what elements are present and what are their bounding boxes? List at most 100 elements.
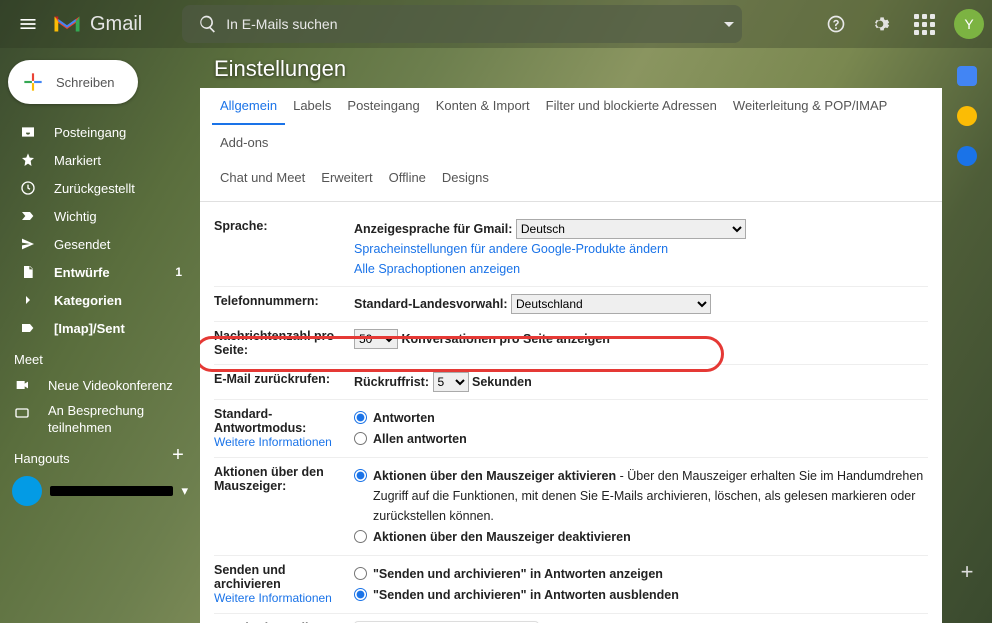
hangouts-add-button[interactable]: +	[166, 443, 190, 467]
nav-drafts[interactable]: Entwürfe1	[0, 258, 200, 286]
hangouts-section-label: Hangouts	[0, 441, 70, 470]
language-label: Sprache:	[214, 219, 354, 279]
reply-radio-replyall[interactable]	[354, 432, 367, 445]
language-select[interactable]: Deutsch	[516, 219, 746, 239]
side-panel: +	[942, 48, 992, 623]
main-menu-button[interactable]	[8, 4, 48, 44]
tab-filters[interactable]: Filter und blockierte Adressen	[538, 88, 725, 125]
account-avatar[interactable]: Y	[954, 9, 984, 39]
row-text-style: Standardtextstil: (Über die Schaltfläche…	[214, 614, 928, 623]
nav-starred[interactable]: Markiert	[0, 146, 200, 174]
hover-radio-enable[interactable]	[354, 469, 367, 482]
language-all-options-link[interactable]: Alle Sprachoptionen anzeigen	[354, 262, 520, 276]
presence-avatar	[12, 476, 42, 506]
hamburger-icon	[18, 14, 38, 34]
drafts-count: 1	[175, 265, 182, 279]
settings-panel: Allgemein Labels Posteingang Konten & Im…	[200, 88, 942, 623]
settings-tabs-row1: Allgemein Labels Posteingang Konten & Im…	[200, 88, 942, 160]
undo-prefix: Rückruffrist:	[354, 375, 429, 389]
sidebar: Schreiben Posteingang Markiert Zurückges…	[0, 48, 200, 623]
nav-snoozed[interactable]: Zurückgestellt	[0, 174, 200, 202]
sendarch-radio-show[interactable]	[354, 567, 367, 580]
tab-forwarding[interactable]: Weiterleitung & POP/IMAP	[725, 88, 895, 125]
settings-button[interactable]	[860, 4, 900, 44]
app-header: Gmail In E-Mails suchen Y	[0, 0, 992, 48]
meet-section-label: Meet	[0, 342, 200, 371]
send-archive-label: Senden und archivieren	[214, 563, 286, 591]
tasks-addon[interactable]	[957, 146, 977, 166]
get-addons-button[interactable]: +	[956, 561, 978, 583]
apps-button[interactable]	[904, 4, 944, 44]
row-page-size: Nachrichtenzahl pro Seite: 50 Konversati…	[214, 322, 928, 365]
page-size-select[interactable]: 50	[354, 329, 398, 349]
phone-label: Telefonnummern:	[214, 294, 354, 314]
hover-radio-disable[interactable]	[354, 530, 367, 543]
hover-label: Aktionen über den Mauszeiger:	[214, 465, 354, 548]
calendar-addon[interactable]	[957, 66, 977, 86]
settings-tabs-row2: Chat und Meet Erweitert Offline Designs	[200, 160, 942, 202]
keyboard-icon	[14, 405, 30, 421]
presence-name-redacted	[50, 486, 173, 496]
inbox-icon	[20, 124, 36, 140]
page-size-suffix: Konversationen pro Seite anzeigen	[401, 332, 609, 346]
language-other-products-link[interactable]: Spracheinstellungen für andere Google-Pr…	[354, 242, 668, 256]
gear-icon	[870, 14, 890, 34]
draft-icon	[20, 264, 36, 280]
search-placeholder: In E-Mails suchen	[226, 16, 337, 32]
video-icon	[14, 377, 30, 393]
apps-icon	[914, 14, 935, 35]
gmail-logo[interactable]: Gmail	[52, 12, 142, 36]
nav-categories[interactable]: Kategorien	[0, 286, 200, 314]
default-reply-label: Standard-Antwortmodus:	[214, 407, 306, 435]
main-area: Schreiben Posteingang Markiert Zurückges…	[0, 48, 992, 623]
row-send-archive: Senden und archivieren Weitere Informati…	[214, 556, 928, 614]
compose-button[interactable]: Schreiben	[8, 60, 138, 104]
tab-inbox[interactable]: Posteingang	[339, 88, 427, 125]
page-title: Einstellungen	[214, 56, 346, 82]
row-undo-send: E-Mail zurückrufen: Rückruffrist: 5 Seku…	[214, 365, 928, 400]
plus-icon	[20, 69, 46, 95]
tab-offline[interactable]: Offline	[381, 160, 434, 195]
send-icon	[20, 236, 36, 252]
compose-label: Schreiben	[56, 75, 115, 90]
search-bar[interactable]: In E-Mails suchen	[182, 5, 742, 43]
support-button[interactable]	[816, 4, 856, 44]
label-icon	[20, 320, 36, 336]
default-country-label: Standard-Landesvorwahl:	[354, 297, 508, 311]
row-default-reply: Standard-Antwortmodus: Weitere Informati…	[214, 400, 928, 458]
undo-period-select[interactable]: 5	[433, 372, 469, 392]
nav-imap-sent[interactable]: [Imap]/Sent	[0, 314, 200, 342]
default-reply-more-link[interactable]: Weitere Informationen	[214, 435, 332, 449]
hangouts-presence[interactable]: ▾	[0, 470, 200, 512]
search-icon	[198, 14, 218, 34]
reply-radio-reply[interactable]	[354, 411, 367, 424]
country-code-select[interactable]: Deutschland	[511, 294, 711, 314]
page-size-label: Nachrichtenzahl pro Seite:	[214, 329, 354, 357]
meet-new[interactable]: Neue Videokonferenz	[0, 371, 200, 399]
tab-designs[interactable]: Designs	[434, 160, 497, 195]
search-options-caret[interactable]	[724, 22, 734, 27]
content: Allgemein Labels Posteingang Konten & Im…	[200, 48, 992, 623]
tab-chat[interactable]: Chat und Meet	[212, 160, 313, 195]
keep-addon[interactable]	[957, 106, 977, 126]
tab-general[interactable]: Allgemein	[212, 88, 285, 125]
star-icon	[20, 152, 36, 168]
help-icon	[826, 14, 846, 34]
row-phone: Telefonnummern: Standard-Landesvorwahl: …	[214, 287, 928, 322]
caret-down-icon: ▾	[181, 483, 188, 499]
nav-important[interactable]: Wichtig	[0, 202, 200, 230]
tab-accounts[interactable]: Konten & Import	[428, 88, 538, 125]
tab-addons[interactable]: Add-ons	[212, 125, 276, 160]
row-hover-actions: Aktionen über den Mauszeiger: Aktionen ü…	[214, 458, 928, 556]
send-archive-more-link[interactable]: Weitere Informationen	[214, 591, 332, 605]
header-actions: Y	[816, 4, 984, 44]
nav-inbox[interactable]: Posteingang	[0, 118, 200, 146]
tab-advanced[interactable]: Erweitert	[313, 160, 380, 195]
nav-sent[interactable]: Gesendet	[0, 230, 200, 258]
undo-send-label: E-Mail zurückrufen:	[214, 372, 354, 392]
display-language-label: Anzeigesprache für Gmail:	[354, 222, 512, 236]
tab-labels[interactable]: Labels	[285, 88, 339, 125]
meet-join[interactable]: An Besprechung teilnehmen	[0, 399, 200, 441]
settings-body: Sprache: Anzeigesprache für Gmail: Deuts…	[200, 202, 942, 623]
sendarch-radio-hide[interactable]	[354, 588, 367, 601]
